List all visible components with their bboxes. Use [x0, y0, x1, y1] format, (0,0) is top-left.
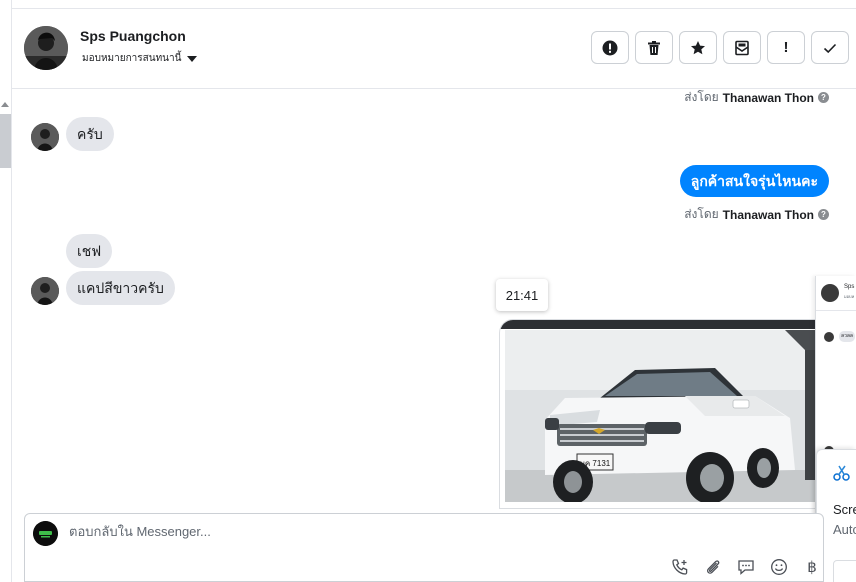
caret-down-icon [187, 55, 198, 62]
check-icon [823, 43, 837, 53]
smile-icon [771, 559, 787, 575]
image-attachment[interactable]: บค 7131 [499, 319, 829, 509]
mark-done-button[interactable] [811, 31, 849, 64]
call-button[interactable] [670, 557, 690, 577]
sent-by-label: ส่งโดย [684, 90, 719, 104]
scroll-up-arrow-icon[interactable] [1, 102, 9, 107]
sender-avatar[interactable] [31, 277, 59, 305]
side-mini-avatar [824, 332, 834, 342]
side-divider [816, 310, 856, 311]
saved-replies-button[interactable] [736, 557, 756, 577]
pickup-truck-photo: บค 7131 [505, 330, 825, 502]
notification-title: Scre [833, 502, 856, 517]
mail-icon [735, 40, 749, 55]
side-contact-name: Sps [844, 284, 855, 290]
sent-by-name[interactable]: Thanawan Thon [723, 91, 814, 105]
sent-by-label: ส่งโดย [684, 207, 719, 221]
scrollbar-thumb[interactable] [0, 114, 11, 168]
payment-button[interactable]: ฿ [802, 557, 822, 577]
info-icon[interactable]: ? [818, 209, 829, 220]
sent-by-info: ส่งโดย Thanawan Thon ? [684, 205, 829, 224]
composer-tools: ฿ [670, 557, 822, 577]
mark-unread-button[interactable] [723, 31, 761, 64]
baht-icon: ฿ [807, 559, 817, 576]
incoming-message[interactable]: ครับ [66, 117, 114, 151]
star-icon [691, 40, 705, 54]
assign-conversation-dropdown[interactable]: มอบหมายการสนทนานี้ [82, 51, 198, 66]
message-input[interactable] [69, 524, 769, 539]
exclamation-icon: ! [783, 39, 789, 56]
sent-by-info: ส่งโดย Thanawan Thon ? [684, 88, 829, 107]
image-header-bar [500, 320, 828, 329]
notification-action-button[interactable] [833, 560, 856, 582]
attach-button[interactable] [703, 557, 723, 577]
incoming-message[interactable]: เชฟ [66, 234, 113, 268]
mark-spam-button[interactable] [591, 31, 629, 64]
incoming-message[interactable]: แคปสีขาวครับ [66, 271, 175, 305]
chat-icon [738, 560, 754, 575]
alert-icon [602, 40, 618, 55]
phone-plus-icon [672, 559, 688, 575]
side-mini-message: ลวลล [839, 331, 855, 342]
contact-name[interactable]: Sps Puangchon [80, 28, 186, 44]
side-assign-label: มอบห [844, 294, 855, 299]
timestamp-tooltip: 21:41 [496, 279, 548, 311]
outgoing-message[interactable]: ลูกค้าสนใจรุ่นไหนคะ [679, 165, 829, 197]
trash-icon [648, 40, 660, 55]
contact-avatar[interactable] [24, 26, 68, 70]
side-avatar [821, 284, 839, 302]
page-logo [33, 521, 58, 546]
sent-by-name[interactable]: Thanawan Thon [723, 208, 814, 222]
messenger-app: Sps Puangchon มอบหมายการสนทนานี้ ! ส่งโด… [0, 0, 856, 582]
snipping-icon [833, 465, 850, 481]
left-scroll-strip[interactable] [0, 0, 12, 582]
conversation-header: Sps Puangchon มอบหมายการสนทนานี้ ! [12, 9, 856, 89]
info-icon[interactable]: ? [818, 92, 829, 103]
reply-composer: ฿ [24, 513, 824, 582]
assign-label: มอบหมายการสนทนานี้ [82, 53, 182, 64]
sender-avatar[interactable] [31, 123, 59, 151]
header-actions: ! [591, 31, 849, 64]
emoji-button[interactable] [769, 557, 789, 577]
important-button[interactable]: ! [767, 31, 805, 64]
notification-subtitle: Auto [833, 522, 856, 537]
paperclip-icon [707, 560, 720, 574]
delete-button[interactable] [635, 31, 673, 64]
star-button[interactable] [679, 31, 717, 64]
